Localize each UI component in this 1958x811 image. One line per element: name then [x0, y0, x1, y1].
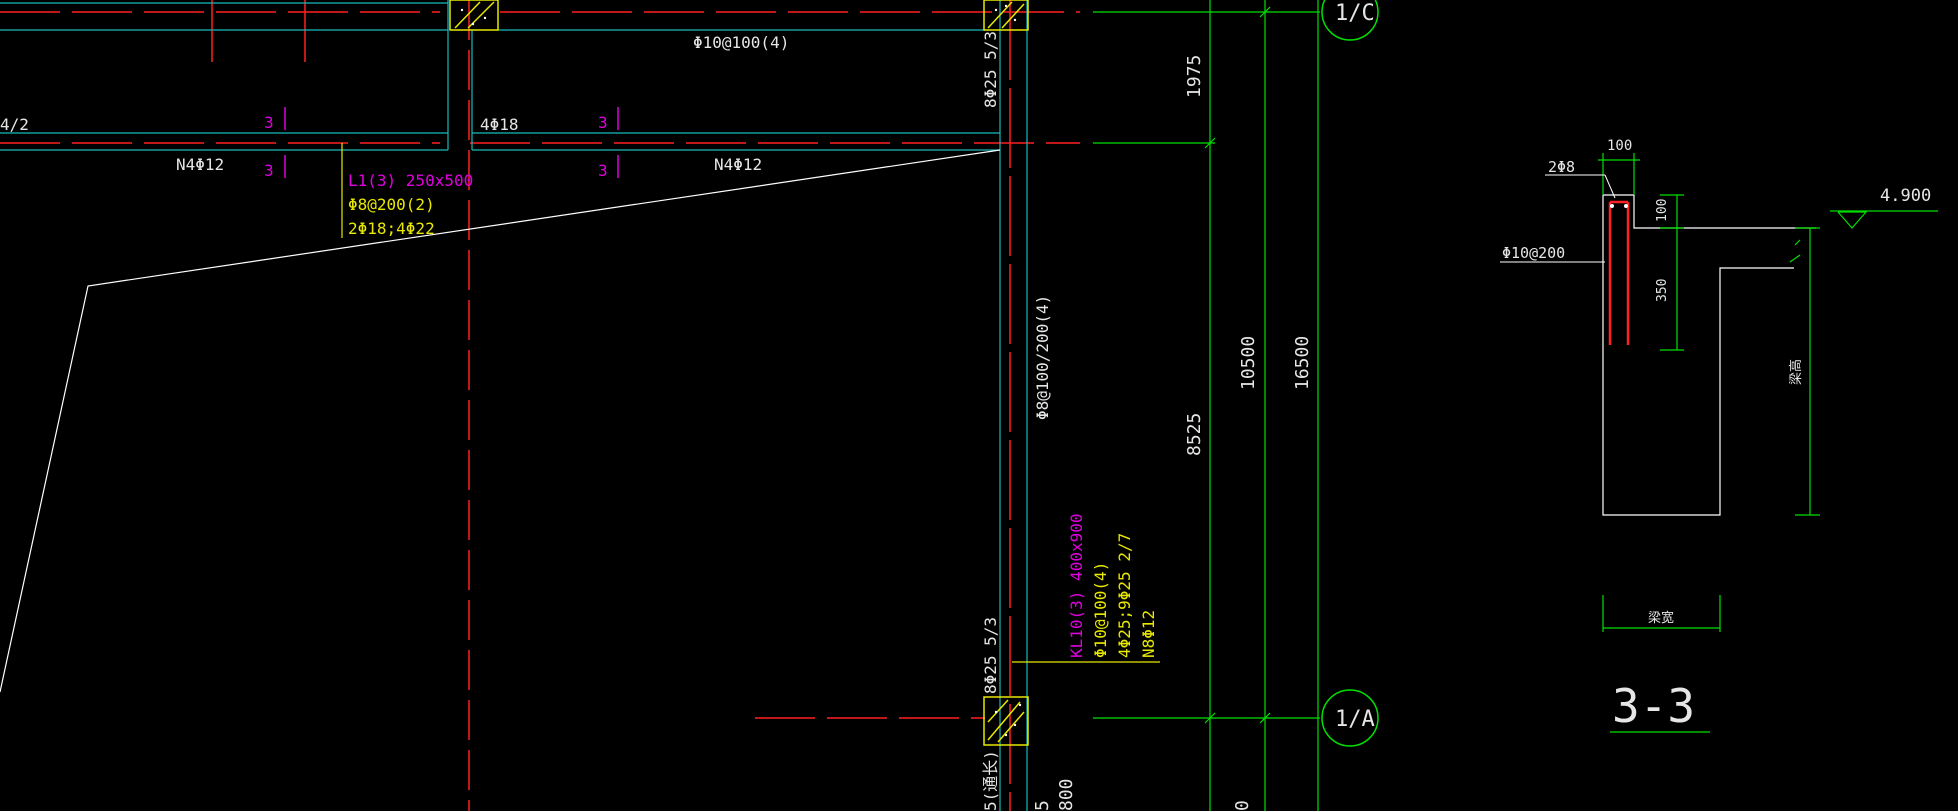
right-n4-label: N4Φ12 — [714, 155, 762, 174]
l1-callout-line2: Φ8@200(2) — [348, 195, 435, 214]
kl10-callout-line3: 4Φ25;9Φ25 2/7 — [1115, 533, 1134, 658]
bar-4phi18-label: 4Φ18 — [480, 115, 519, 134]
dim-bottom-800: 800 — [1056, 778, 1077, 811]
section-stirrup: Φ10@200 — [1502, 244, 1565, 262]
column-bottom-bars: 8Φ25 5/3 — [981, 617, 1000, 694]
dim-8525: 8525 — [1184, 413, 1205, 456]
section-elevation: 4.900 — [1880, 186, 1931, 206]
left-n4-label: N4Φ12 — [176, 155, 224, 174]
cad-drawing-canvas: 3 3 3 3 Φ10@100(4) 4/2 4Φ18 N4Φ12 N4Φ12 … — [0, 0, 1958, 811]
kl10-callout-line2: Φ10@100(4) — [1091, 562, 1110, 658]
l1-callout-line1: L1(3) 250x500 — [348, 171, 473, 190]
kl10-callout-line4: N8Φ12 — [1139, 610, 1158, 658]
section-mark-3: 3 — [598, 113, 608, 132]
l1-callout-line3: 2Φ18;4Φ22 — [348, 219, 435, 238]
dim-bottom-0: 0 — [1232, 800, 1253, 811]
dim-bottom-5: 5 — [1032, 800, 1053, 811]
section-width-label: 梁宽 — [1648, 610, 1674, 626]
section-depth-label: 梁高 — [1788, 359, 1804, 385]
section-mark-4: 3 — [598, 161, 608, 180]
top-left-fragment: 4/2 — [0, 115, 29, 134]
section-h100: 100 — [1655, 199, 1670, 222]
column-top-bars: 8Φ25 5/3 — [981, 31, 1000, 108]
top-stirrup-label: Φ10@100(4) — [693, 33, 789, 52]
dim-10500: 10500 — [1238, 336, 1259, 390]
kl10-callout-line1: KL10(3) 400x900 — [1067, 514, 1086, 659]
section-title: 3-3 — [1612, 679, 1695, 733]
section-mark-1: 3 — [264, 113, 274, 132]
bottom-left-fragment: 5(通长) — [981, 750, 1000, 811]
column-stirrup: Φ8@100/200(4) — [1033, 295, 1052, 420]
section-mark-2: 3 — [264, 161, 274, 180]
axis-label-top: 1/C — [1335, 1, 1375, 26]
dim-16500: 16500 — [1292, 336, 1313, 390]
section-bars: 2Φ8 — [1548, 158, 1575, 176]
dim-1975: 1975 — [1184, 55, 1205, 98]
axis-label-bottom: 1/A — [1335, 707, 1375, 732]
section-top-width: 100 — [1607, 138, 1632, 154]
section-h350: 350 — [1655, 279, 1670, 302]
